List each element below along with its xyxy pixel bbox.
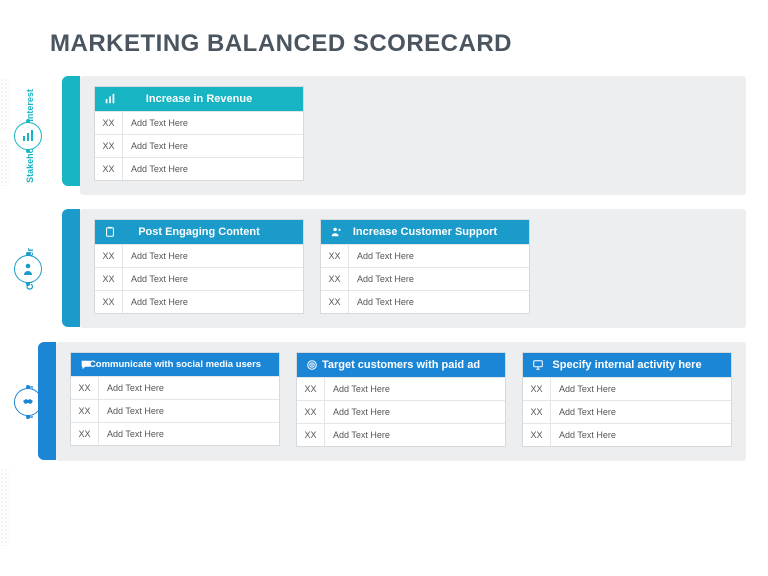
row-text[interactable]: Add Text Here xyxy=(123,158,303,180)
row-text[interactable]: Add Text Here xyxy=(123,268,303,290)
row-code: XX xyxy=(71,377,99,399)
table-row: XXAdd Text Here xyxy=(95,111,303,134)
clipboard-icon xyxy=(103,225,117,239)
section-tab xyxy=(38,342,56,460)
row-text[interactable]: Add Text Here xyxy=(99,400,279,422)
section-stakeholder: Stakeholder's Interest Increase in Reven… xyxy=(32,76,768,195)
row-code: XX xyxy=(95,135,123,157)
row-text[interactable]: Add Text Here xyxy=(99,377,279,399)
table-row: XXAdd Text Here xyxy=(71,399,279,422)
card-header: Increase in Revenue xyxy=(95,87,303,111)
row-text[interactable]: Add Text Here xyxy=(123,245,303,267)
card-header: Specify internal activity here xyxy=(523,353,731,377)
decorative-dots xyxy=(0,140,10,186)
section-customer: Customer Post Engaging Content XXAdd Tex… xyxy=(32,209,768,328)
table-row: XXAdd Text Here xyxy=(321,244,529,267)
table-row: XXAdd Text Here xyxy=(523,377,731,400)
row-text[interactable]: Add Text Here xyxy=(551,401,731,423)
section-panel: Communicate with social media users XXAd… xyxy=(56,342,746,461)
row-text[interactable]: Add Text Here xyxy=(325,378,505,400)
row-code: XX xyxy=(523,424,551,446)
person-icon xyxy=(14,255,42,283)
row-text[interactable]: Add Text Here xyxy=(325,401,505,423)
card-header: Communicate with social media users xyxy=(71,353,279,376)
bar-chart-icon xyxy=(103,92,117,106)
section-tab xyxy=(62,209,80,327)
row-code: XX xyxy=(95,112,123,134)
table-row: XXAdd Text Here xyxy=(95,157,303,180)
card-header: Target customers with paid ad xyxy=(297,353,505,377)
target-icon xyxy=(305,358,319,372)
table-row: XXAdd Text Here xyxy=(71,376,279,399)
row-code: XX xyxy=(321,245,349,267)
row-code: XX xyxy=(95,291,123,313)
table-row: XXAdd Text Here xyxy=(523,423,731,446)
row-code: XX xyxy=(321,268,349,290)
row-code: XX xyxy=(297,424,325,446)
row-code: XX xyxy=(95,245,123,267)
table-row: XXAdd Text Here xyxy=(523,400,731,423)
table-row: XXAdd Text Here xyxy=(297,423,505,446)
monitor-icon xyxy=(531,358,545,372)
card: Post Engaging Content XXAdd Text Here XX… xyxy=(94,219,304,314)
row-code: XX xyxy=(523,378,551,400)
row-code: XX xyxy=(523,401,551,423)
row-text[interactable]: Add Text Here xyxy=(325,424,505,446)
row-text[interactable]: Add Text Here xyxy=(123,291,303,313)
bar-chart-icon xyxy=(14,122,42,150)
section-panel: Post Engaging Content XXAdd Text Here XX… xyxy=(80,209,746,328)
section-internal: Internal Communicate with social media u… xyxy=(32,342,768,461)
row-code: XX xyxy=(95,158,123,180)
row-text[interactable]: Add Text Here xyxy=(349,291,529,313)
row-code: XX xyxy=(321,291,349,313)
row-code: XX xyxy=(95,268,123,290)
decorative-dots xyxy=(0,468,10,546)
table-row: XXAdd Text Here xyxy=(321,267,529,290)
table-row: XXAdd Text Here xyxy=(95,134,303,157)
card-title: Post Engaging Content xyxy=(138,226,260,238)
page-title: MARKETING BALANCED SCORECARD xyxy=(0,0,768,76)
table-row: XXAdd Text Here xyxy=(95,244,303,267)
table-row: XXAdd Text Here xyxy=(297,377,505,400)
row-text[interactable]: Add Text Here xyxy=(551,424,731,446)
card: Communicate with social media users XXAd… xyxy=(70,352,280,446)
card-title: Target customers with paid ad xyxy=(322,359,480,371)
card-title: Increase Customer Support xyxy=(353,226,497,238)
table-row: XXAdd Text Here xyxy=(321,290,529,313)
card-header: Post Engaging Content xyxy=(95,220,303,244)
card: Increase in Revenue XXAdd Text Here XXAd… xyxy=(94,86,304,181)
row-text[interactable]: Add Text Here xyxy=(123,135,303,157)
section-panel: Increase in Revenue XXAdd Text Here XXAd… xyxy=(80,76,746,195)
row-code: XX xyxy=(297,401,325,423)
table-row: XXAdd Text Here xyxy=(95,290,303,313)
person-plus-icon xyxy=(329,225,343,239)
row-text[interactable]: Add Text Here xyxy=(349,245,529,267)
row-text[interactable]: Add Text Here xyxy=(123,112,303,134)
row-text[interactable]: Add Text Here xyxy=(99,423,279,445)
row-text[interactable]: Add Text Here xyxy=(349,268,529,290)
card: Increase Customer Support XXAdd Text Her… xyxy=(320,219,530,314)
row-text[interactable]: Add Text Here xyxy=(551,378,731,400)
card: Specify internal activity here XXAdd Tex… xyxy=(522,352,732,447)
table-row: XXAdd Text Here xyxy=(297,400,505,423)
card-header: Increase Customer Support xyxy=(321,220,529,244)
card-title: Increase in Revenue xyxy=(146,93,252,105)
section-tab xyxy=(62,76,80,186)
table-row: XXAdd Text Here xyxy=(95,267,303,290)
row-code: XX xyxy=(297,378,325,400)
row-code: XX xyxy=(71,400,99,422)
decorative-dots xyxy=(0,78,10,130)
card-title: Specify internal activity here xyxy=(552,359,701,371)
chat-icon xyxy=(79,358,93,372)
table-row: XXAdd Text Here xyxy=(71,422,279,445)
card: Target customers with paid ad XXAdd Text… xyxy=(296,352,506,447)
card-title: Communicate with social media users xyxy=(89,359,261,370)
row-code: XX xyxy=(71,423,99,445)
